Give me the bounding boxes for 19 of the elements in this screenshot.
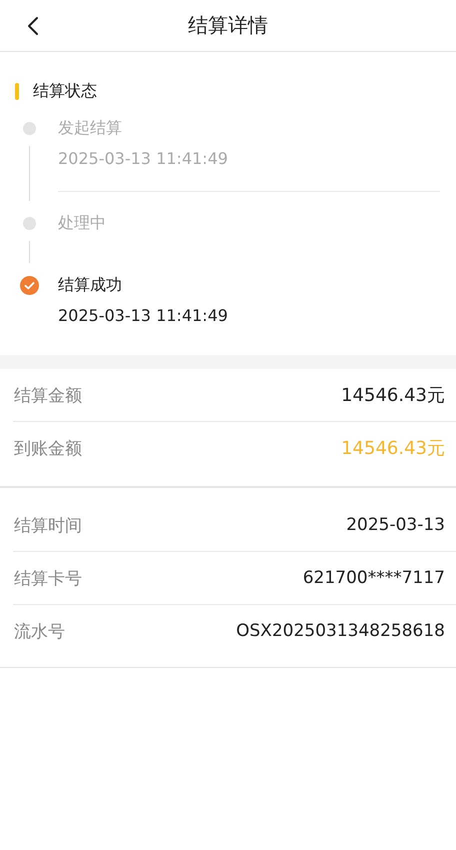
field-value: 14546.43元 [341, 384, 445, 407]
field-label: 结算卡号 [13, 568, 82, 590]
step-label: 结算成功 [58, 274, 123, 296]
field-label: 结算时间 [13, 514, 82, 536]
section-heading: 结算状态 [33, 80, 97, 102]
back-icon [27, 16, 39, 36]
field-label: 结算金额 [13, 384, 82, 406]
field-value: 621700****7117 [302, 568, 445, 588]
step-time: 2025-03-13 11:41:49 [58, 305, 229, 327]
step-time: 2025-03-13 11:41:49 [58, 148, 229, 170]
step-label: 处理中 [58, 212, 107, 234]
field-value: 2025-03-13 [346, 515, 445, 535]
field-label: 流水号 [13, 620, 65, 642]
field-value: OSX2025031348258618 [236, 621, 445, 641]
step-label: 发起结算 [58, 117, 123, 139]
field-label: 到账金额 [13, 438, 82, 460]
field-value: 14546.43元 [341, 437, 445, 460]
page-title: 结算详情 [188, 12, 268, 39]
accent-bar [15, 82, 19, 100]
